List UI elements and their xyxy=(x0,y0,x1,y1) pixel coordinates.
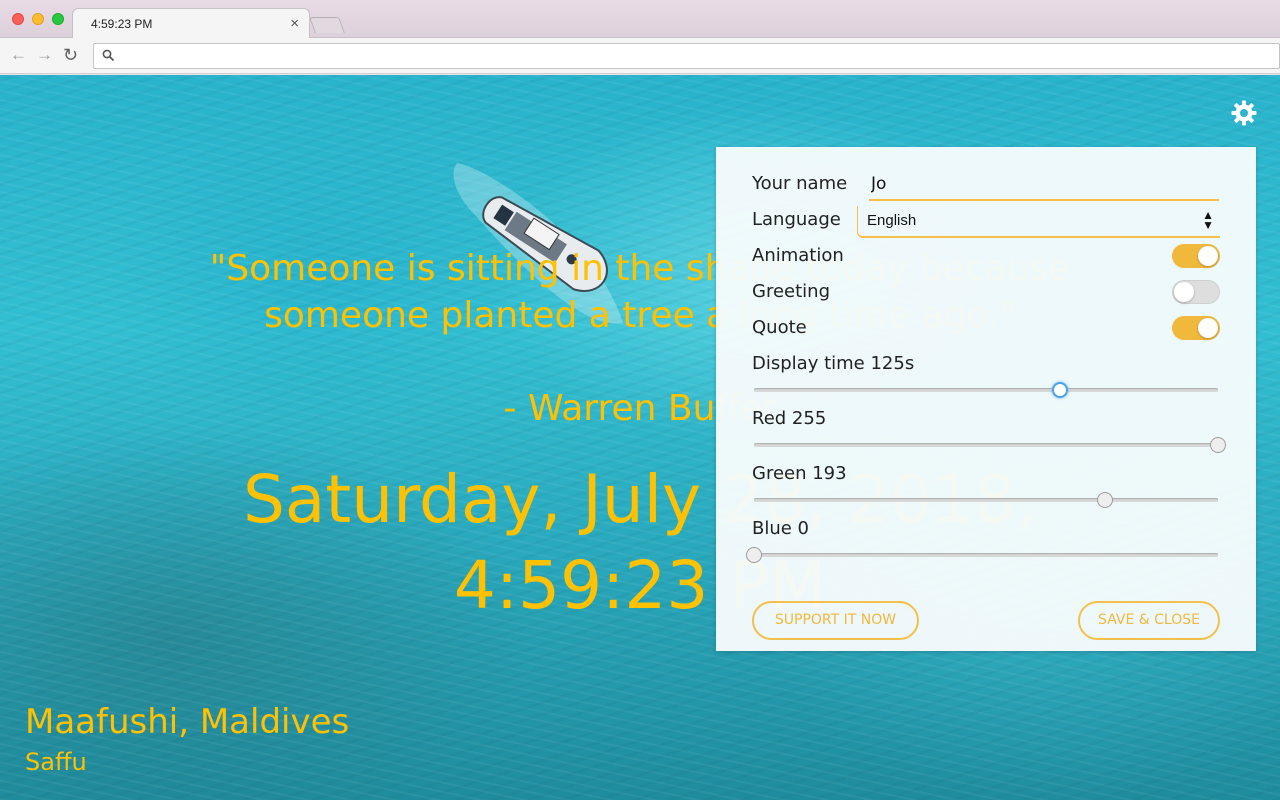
browser-tab[interactable]: 4:59:23 PM × xyxy=(72,8,310,39)
slider-track xyxy=(754,498,1218,502)
slider-thumb[interactable] xyxy=(1052,382,1069,398)
blue-slider[interactable] xyxy=(746,547,1218,563)
display-time-slider[interactable] xyxy=(754,382,1218,398)
window-close-button[interactable] xyxy=(12,13,24,25)
settings-panel: Your name Language English ▲▼ Animation … xyxy=(716,147,1256,651)
browser-toolbar: ← → ↻ xyxy=(0,38,1280,74)
language-select[interactable]: English ▲ ▼ xyxy=(857,206,1220,238)
save-close-button[interactable]: SAVE & CLOSE xyxy=(1078,601,1220,640)
quote-label: Quote xyxy=(752,317,807,338)
select-arrows-icon: ▲ ▼ xyxy=(1202,208,1214,232)
tab-close-icon[interactable]: × xyxy=(290,15,299,32)
red-slider[interactable] xyxy=(754,437,1226,453)
display-time-label: Display time 125s xyxy=(752,353,915,374)
tab-title: 4:59:23 PM xyxy=(91,17,153,31)
gear-icon[interactable] xyxy=(1230,99,1258,127)
photo-credit[interactable]: Saffu xyxy=(25,747,87,777)
address-bar[interactable] xyxy=(93,43,1280,69)
new-tab-button[interactable] xyxy=(309,17,345,33)
toggle-knob xyxy=(1198,246,1218,266)
slider-track xyxy=(754,553,1218,557)
arrow-right-icon[interactable]: → xyxy=(36,46,53,64)
greeting-label: Greeting xyxy=(752,281,830,302)
slider-track xyxy=(754,388,1218,392)
browser-titlebar: 4:59:23 PM × xyxy=(0,0,1280,39)
photo-location: Maafushi, Maldives xyxy=(25,702,350,742)
slider-thumb[interactable] xyxy=(1097,492,1114,508)
quote-toggle[interactable] xyxy=(1172,316,1220,340)
green-slider[interactable] xyxy=(754,492,1218,508)
language-label: Language xyxy=(752,209,841,230)
greeting-toggle[interactable] xyxy=(1172,280,1220,304)
toggle-knob xyxy=(1174,282,1194,302)
blue-label: Blue 0 xyxy=(752,518,810,539)
slider-thumb[interactable] xyxy=(1210,437,1226,453)
window-maximize-button[interactable] xyxy=(52,13,64,25)
animation-label: Animation xyxy=(752,245,844,266)
page-background: "Someone is sitting in the shade today b… xyxy=(0,75,1280,800)
green-label: Green 193 xyxy=(752,463,847,484)
animation-toggle[interactable] xyxy=(1172,244,1220,268)
slider-thumb[interactable] xyxy=(746,547,762,563)
reload-icon[interactable]: ↻ xyxy=(63,46,78,64)
name-input[interactable] xyxy=(869,169,1219,201)
search-icon xyxy=(102,49,115,62)
name-label: Your name xyxy=(752,173,848,194)
support-button[interactable]: SUPPORT IT NOW xyxy=(752,601,919,640)
window-minimize-button[interactable] xyxy=(32,13,44,25)
language-selected-value: English xyxy=(867,212,917,229)
red-label: Red 255 xyxy=(752,408,827,429)
slider-track xyxy=(754,443,1218,447)
arrow-left-icon[interactable]: ← xyxy=(10,46,27,64)
toggle-knob xyxy=(1198,318,1218,338)
